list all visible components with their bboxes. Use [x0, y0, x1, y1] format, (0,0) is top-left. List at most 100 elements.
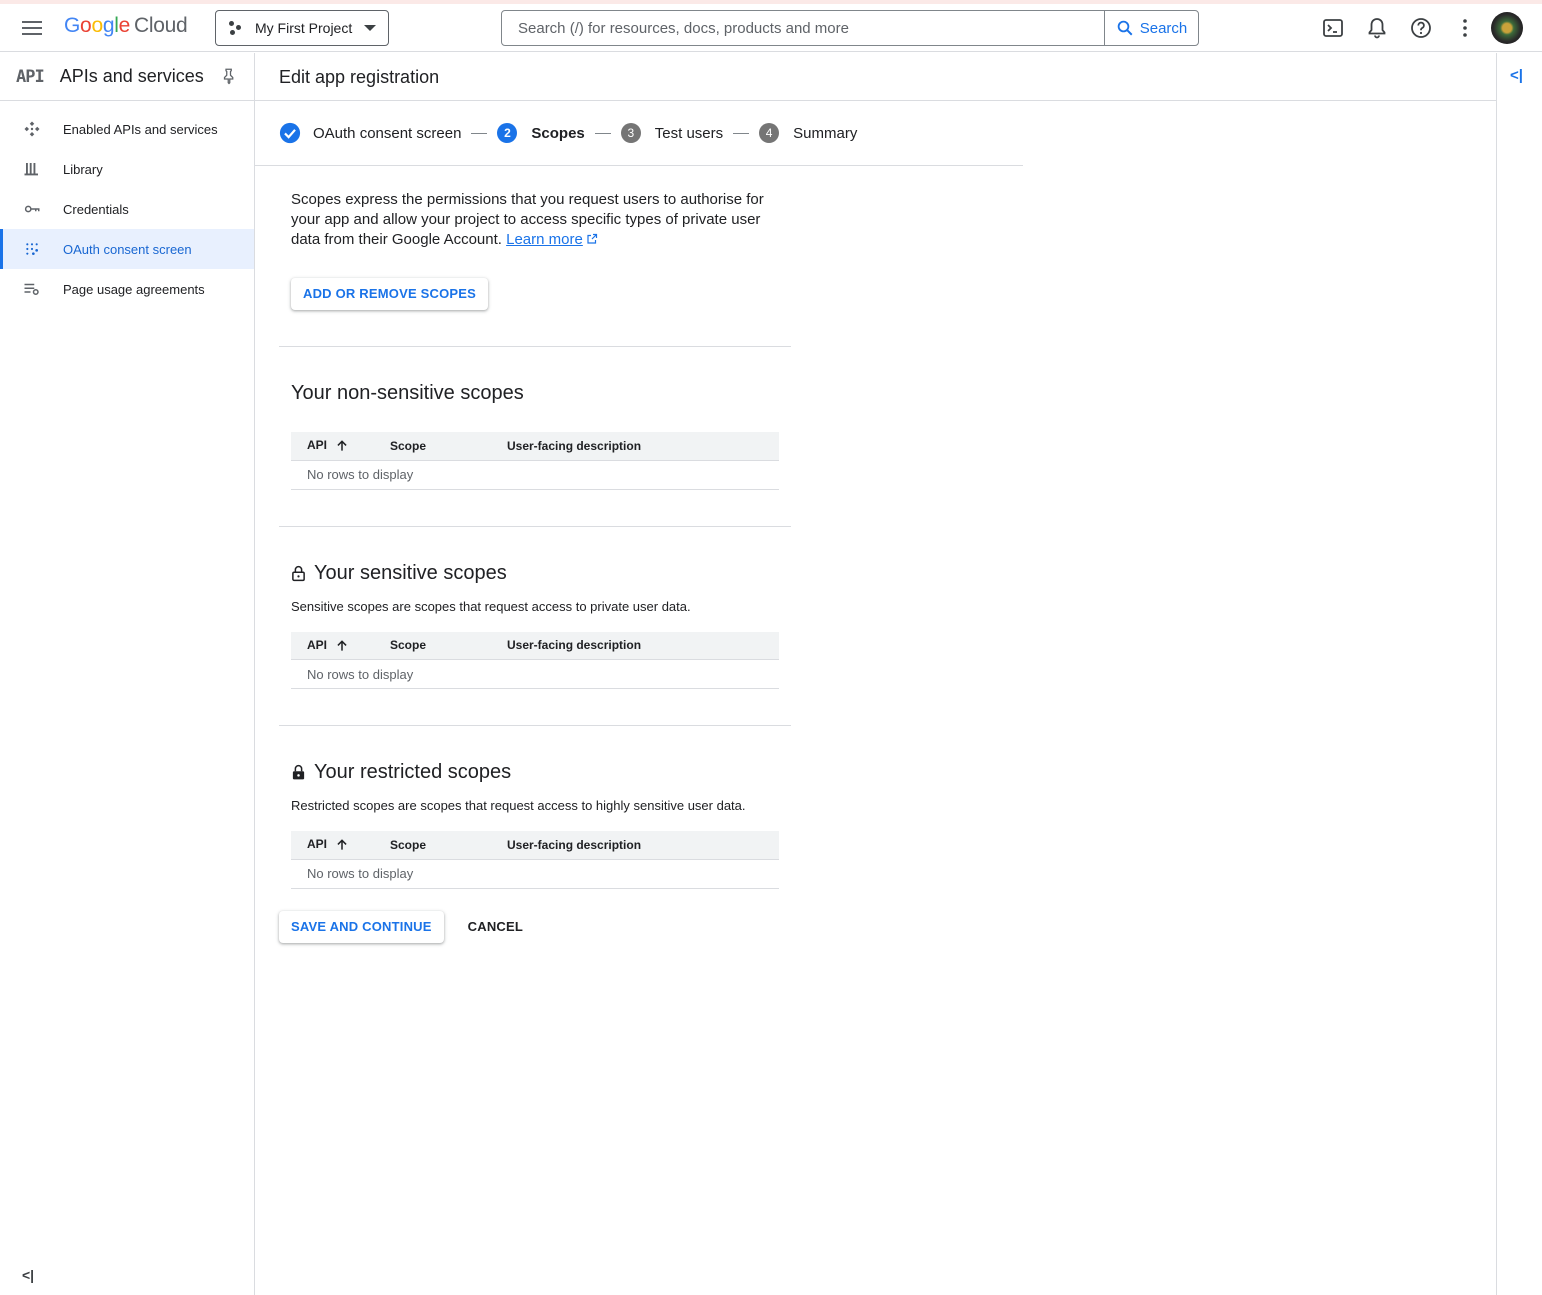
- expand-panel-icon[interactable]: <|: [1510, 67, 1523, 84]
- step-summary[interactable]: 4 Summary: [759, 123, 857, 143]
- menu-icon[interactable]: [21, 17, 43, 39]
- section-description: Restricted scopes are scopes that reques…: [291, 798, 746, 813]
- settings-list-icon: [22, 279, 42, 299]
- scopes-intro: Scopes express the permissions that you …: [291, 190, 771, 250]
- column-description[interactable]: User-facing description: [507, 631, 779, 660]
- column-scope[interactable]: Scope: [390, 631, 507, 660]
- sidebar-item-enabled-apis[interactable]: Enabled APIs and services: [0, 109, 254, 149]
- table-header-row: API Scope User-facing description: [291, 432, 779, 461]
- sidebar-title: APIs and services: [59, 66, 204, 86]
- sidebar-header: API APIs and services: [0, 53, 254, 101]
- sensitive-scopes-section: Your sensitive scopes Sensitive scopes a…: [279, 562, 791, 689]
- top-bar: Google Cloud My First Project Search: [0, 4, 1542, 52]
- section-description: Sensitive scopes are scopes that request…: [291, 598, 691, 614]
- step-scopes[interactable]: 2 Scopes: [497, 123, 585, 143]
- step-label: Summary: [793, 124, 858, 142]
- search-button[interactable]: Search: [1104, 11, 1198, 45]
- step-label: Test users: [654, 124, 724, 142]
- section-title-text: Your sensitive scopes: [314, 561, 507, 584]
- search-icon: [1117, 20, 1133, 36]
- save-and-continue-button[interactable]: SAVE AND CONTINUE: [279, 911, 444, 943]
- section-divider: [279, 525, 791, 527]
- step-label: Scopes: [531, 124, 585, 142]
- key-icon: [22, 199, 42, 219]
- project-picker[interactable]: My First Project: [215, 10, 389, 46]
- column-label: API: [307, 637, 328, 652]
- scopes-table: API Scope User-facing description No row…: [291, 432, 779, 490]
- logo-product-name: Cloud: [133, 14, 188, 37]
- step-number: 3: [620, 123, 641, 143]
- api-logo-icon: API: [16, 66, 45, 87]
- scopes-table: API Scope User-facing description No row…: [291, 631, 779, 689]
- empty-message: No rows to display: [291, 659, 779, 689]
- logo-letter: G: [64, 14, 81, 37]
- pin-icon[interactable]: [220, 67, 238, 85]
- project-name: My First Project: [255, 20, 353, 36]
- section-divider: [279, 346, 791, 347]
- sort-arrow-icon[interactable]: [335, 838, 349, 852]
- step-label: OAuth consent screen: [313, 124, 462, 142]
- learn-more-link[interactable]: Learn more: [506, 231, 583, 248]
- sidebar-item-label: Page usage agreements: [63, 281, 205, 297]
- right-rail: <|: [1496, 53, 1542, 1295]
- sidebar-item-library[interactable]: Library: [0, 149, 254, 189]
- empty-message: No rows to display: [291, 460, 779, 490]
- sidebar-item-label: Library: [63, 161, 103, 177]
- lock-icon: [292, 764, 305, 780]
- step-number: 4: [759, 123, 780, 143]
- sidebar-item-credentials[interactable]: Credentials: [0, 189, 254, 229]
- column-api[interactable]: API: [291, 631, 390, 660]
- scopes-table: API Scope User-facing description No row…: [291, 831, 779, 889]
- column-api[interactable]: API: [291, 831, 390, 860]
- logo-letter: o: [91, 14, 103, 37]
- sidebar: API APIs and services Enabled APIs and s…: [0, 53, 255, 1295]
- step-test-users[interactable]: 3 Test users: [620, 123, 724, 143]
- collapse-sidebar-icon[interactable]: <|: [22, 1267, 34, 1283]
- table-row: No rows to display: [291, 859, 779, 889]
- sort-arrow-icon[interactable]: [335, 639, 349, 653]
- table-row: No rows to display: [291, 659, 779, 689]
- search-button-label: Search: [1139, 19, 1188, 37]
- section-title: Your sensitive scopes: [291, 562, 791, 585]
- column-description[interactable]: User-facing description: [507, 432, 779, 461]
- hub-icon: [22, 119, 42, 139]
- column-scope[interactable]: Scope: [390, 432, 507, 461]
- cancel-button[interactable]: CANCEL: [456, 911, 535, 943]
- table-header-row: API Scope User-facing description: [291, 631, 779, 660]
- terminal-icon[interactable]: [1321, 16, 1345, 40]
- sidebar-item-label: Credentials: [63, 201, 129, 217]
- add-remove-scopes-button[interactable]: ADD OR REMOVE SCOPES: [291, 278, 489, 310]
- search-bar: Search: [501, 10, 1199, 46]
- lock-open-icon: [292, 565, 305, 581]
- column-label: API: [307, 837, 328, 852]
- step-oauth-consent[interactable]: OAuth consent screen: [279, 122, 461, 144]
- column-api[interactable]: API: [291, 432, 390, 461]
- help-icon[interactable]: [1409, 16, 1433, 40]
- step-separator: [733, 132, 750, 134]
- google-cloud-logo[interactable]: Google Cloud: [64, 14, 188, 38]
- consent-grid-icon: [22, 239, 42, 259]
- main-header: Edit app registration: [255, 53, 1496, 101]
- logo-letter: g: [102, 14, 115, 37]
- avatar[interactable]: [1491, 12, 1523, 44]
- more-vert-icon[interactable]: [1453, 16, 1477, 40]
- sort-arrow-icon[interactable]: [335, 439, 349, 453]
- section-title-text: Your restricted scopes: [314, 761, 512, 783]
- sidebar-item-page-usage[interactable]: Page usage agreements: [0, 269, 254, 309]
- search-input[interactable]: [502, 11, 1104, 45]
- empty-message: No rows to display: [291, 859, 779, 889]
- stepper: OAuth consent screen 2 Scopes 3 Test use…: [279, 112, 857, 154]
- bell-icon[interactable]: [1365, 16, 1389, 40]
- library-icon: [22, 159, 42, 179]
- scopes-content: Scopes express the permissions that you …: [279, 166, 791, 889]
- sidebar-item-oauth-consent[interactable]: OAuth consent screen: [0, 229, 254, 269]
- logo-letter: o: [80, 14, 92, 37]
- logo-letter: e: [118, 14, 131, 37]
- section-title-text: Your non-sensitive scopes: [291, 382, 524, 404]
- step-separator: [471, 132, 488, 134]
- column-scope[interactable]: Scope: [390, 831, 507, 860]
- check-circle-icon: [279, 122, 301, 144]
- table-header-row: API Scope User-facing description: [291, 831, 779, 860]
- step-separator: [594, 132, 611, 134]
- column-description[interactable]: User-facing description: [507, 831, 779, 860]
